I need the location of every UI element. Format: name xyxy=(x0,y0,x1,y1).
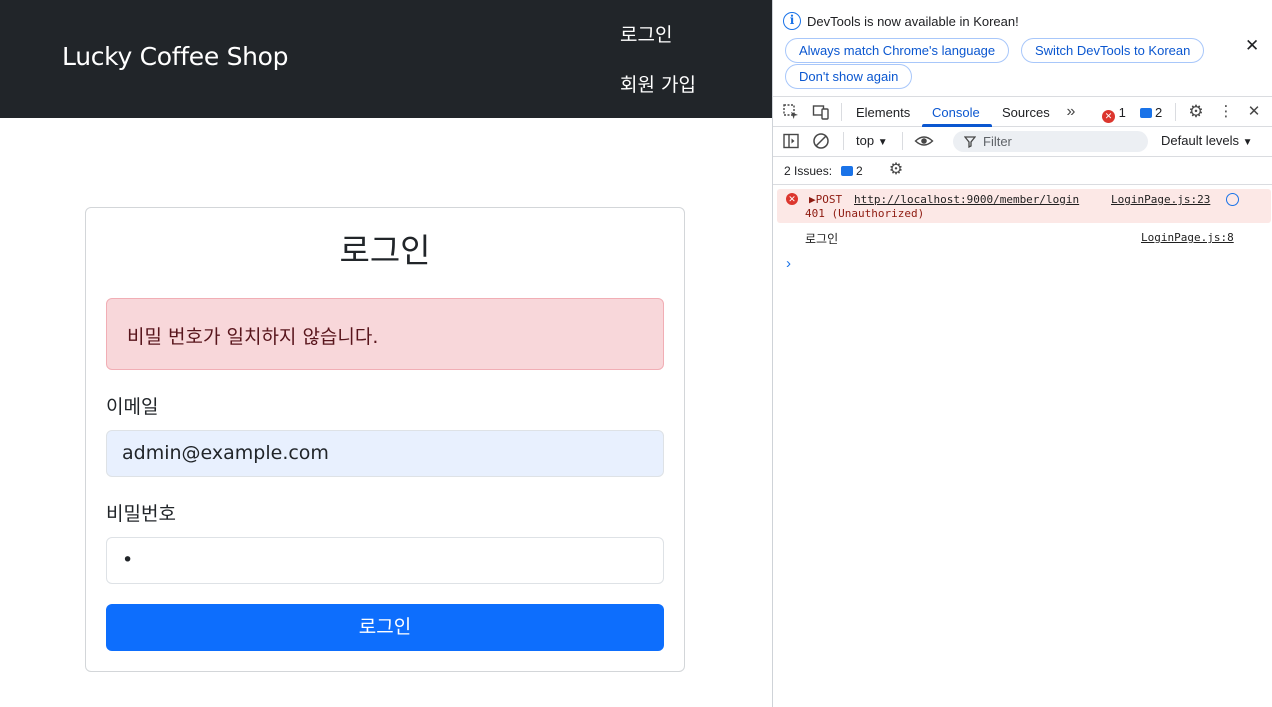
message-count-badge[interactable]: 2 xyxy=(1140,105,1162,120)
web-app: Lucky Coffee Shop 로그인 회원 가입 로그인 비밀 번호가 일… xyxy=(0,0,772,707)
language-infobar: i DevTools is now available in Korean! ✕… xyxy=(773,0,1272,96)
password-input[interactable]: • xyxy=(106,537,664,584)
more-options-icon[interactable]: ⋮ xyxy=(1217,103,1235,121)
error-alert: 비밀 번호가 일치하지 않습니다. xyxy=(106,298,664,370)
message-icon xyxy=(1140,108,1152,118)
chevron-down-icon: ▼ xyxy=(877,137,888,148)
navbar: Lucky Coffee Shop 로그인 회원 가입 xyxy=(0,0,772,118)
context-selector[interactable]: top ▼ xyxy=(856,133,888,148)
login-title-row: 로그인 xyxy=(0,224,772,272)
filter-icon xyxy=(963,131,977,159)
console-error-entry[interactable]: ✕ ▶POST http://localhost:9000/member/log… xyxy=(777,189,1271,223)
tab-elements[interactable]: Elements xyxy=(856,105,910,120)
infobar-text: DevTools is now available in Korean! xyxy=(807,14,1019,29)
toolbar-divider xyxy=(902,132,903,150)
source-link[interactable]: LoginPage.js:8 xyxy=(1141,231,1234,244)
nav-login-link[interactable]: 로그인 xyxy=(620,20,672,47)
source-link[interactable]: LoginPage.js:23 xyxy=(1111,193,1210,206)
device-toolbar-icon[interactable] xyxy=(812,103,830,121)
log-message: 로그인 xyxy=(805,232,839,246)
tab-sources[interactable]: Sources xyxy=(1002,105,1050,120)
error-count-badge[interactable]: ✕ 1 xyxy=(1102,105,1126,123)
message-count: 2 xyxy=(1155,105,1163,120)
log-levels-value: Default levels xyxy=(1161,133,1240,148)
brand-logo[interactable]: Lucky Coffee Shop xyxy=(62,42,289,71)
toolbar-divider xyxy=(1175,103,1176,121)
infobar-close-icon[interactable]: ✕ xyxy=(1245,36,1259,56)
console-log-entry: 로그인 LoginPage.js:8 xyxy=(777,226,1271,250)
match-language-button[interactable]: Always match Chrome's language xyxy=(785,38,1010,63)
toolbar-divider xyxy=(841,103,842,121)
filter-placeholder: Filter xyxy=(983,134,1012,149)
login-title: 로그인 xyxy=(339,231,431,270)
message-icon xyxy=(841,166,853,176)
live-expression-eye-icon[interactable] xyxy=(914,132,934,150)
request-url-link[interactable]: http://localhost:9000/member/login xyxy=(854,193,1079,206)
password-label: 비밀번호 xyxy=(106,503,176,525)
console-prompt-chevron-icon[interactable]: › xyxy=(786,255,791,272)
inspect-element-icon[interactable] xyxy=(782,103,800,121)
response-status: 401 (Unauthorized) xyxy=(805,207,925,220)
toolbar-divider xyxy=(843,132,844,150)
login-submit-button[interactable]: 로그인 xyxy=(106,604,664,651)
log-levels-dropdown[interactable]: Default levels ▼ xyxy=(1161,133,1253,148)
error-icon: ✕ xyxy=(1102,110,1115,123)
tab-console[interactable]: Console xyxy=(932,105,980,120)
error-alert-text: 비밀 번호가 일치하지 않습니다. xyxy=(127,326,379,348)
settings-gear-icon[interactable]: ⚙ xyxy=(1187,103,1205,121)
info-icon: i xyxy=(783,12,801,30)
chevron-down-icon: ▼ xyxy=(1242,137,1253,148)
email-input[interactable]: admin@example.com xyxy=(106,430,664,477)
network-request-icon[interactable] xyxy=(1226,193,1239,206)
nav-signup-link[interactable]: 회원 가입 xyxy=(620,70,696,97)
email-label: 이메일 xyxy=(106,396,159,418)
dont-show-again-button[interactable]: Don't show again xyxy=(785,64,913,89)
error-count: 1 xyxy=(1118,105,1126,120)
close-devtools-icon[interactable]: ✕ xyxy=(1245,103,1263,121)
issues-bar: 2 Issues: 2 ⚙ xyxy=(773,156,1272,185)
issues-count: 2 xyxy=(856,164,863,178)
issues-label: 2 Issues: xyxy=(784,164,833,178)
context-value: top xyxy=(856,133,875,148)
sidebar-toggle-icon[interactable] xyxy=(782,132,800,150)
console-toolbar: top ▼ Filter Default levels ▼ xyxy=(773,127,1272,156)
issues-count-link[interactable]: 2 xyxy=(841,164,863,178)
clear-console-icon[interactable] xyxy=(812,132,830,150)
error-icon: ✕ xyxy=(786,193,798,205)
devtools-tab-bar: Elements Console Sources » ✕ 1 2 ⚙ ⋮ ✕ xyxy=(773,96,1272,127)
more-tabs-icon[interactable]: » xyxy=(1062,103,1080,121)
switch-korean-button[interactable]: Switch DevTools to Korean xyxy=(1021,38,1205,63)
request-method[interactable]: ▶POST xyxy=(809,193,842,206)
console-settings-gear-icon[interactable]: ⚙ xyxy=(887,161,905,179)
console-filter-input[interactable]: Filter xyxy=(953,131,1148,152)
devtools-panel: i DevTools is now available in Korean! ✕… xyxy=(772,0,1272,707)
